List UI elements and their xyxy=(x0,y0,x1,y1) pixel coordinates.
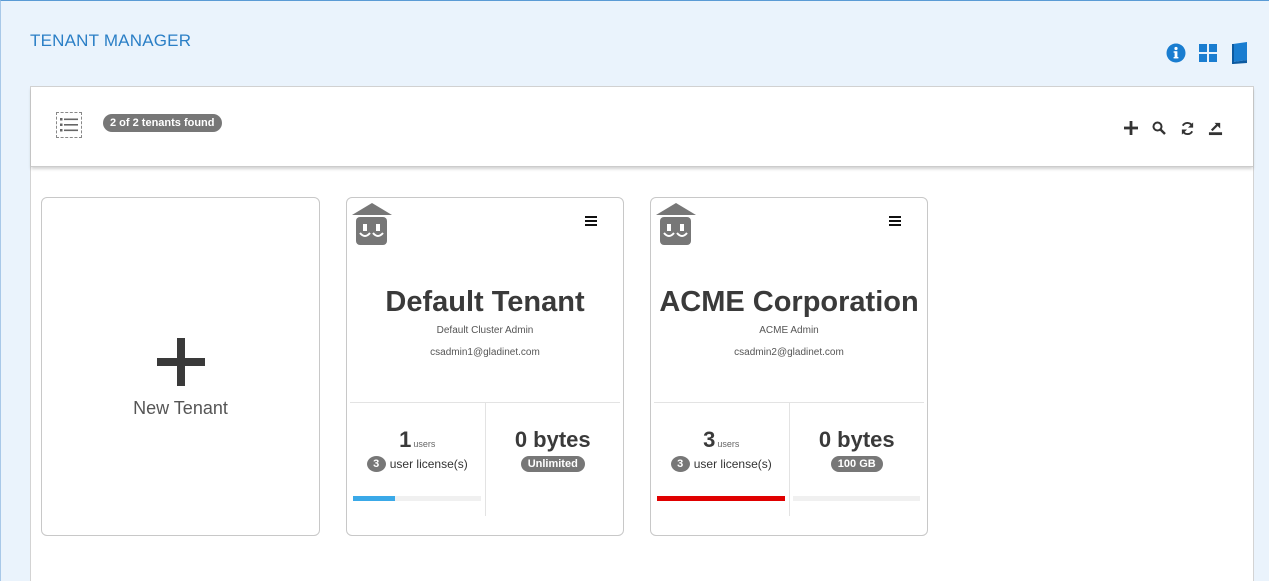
tenant-house-icon xyxy=(655,202,697,251)
storage-quota-badge: 100 GB xyxy=(830,456,883,472)
users-count: 3 xyxy=(703,427,716,452)
users-stat: 1 users 3 user license(s) xyxy=(350,403,485,516)
new-tenant-label: New Tenant xyxy=(133,398,228,418)
page-title: TENANT MANAGER xyxy=(30,31,192,50)
users-unit: users xyxy=(717,439,740,449)
grid-view-icon[interactable] xyxy=(1197,41,1219,65)
tenant-email: csadmin2@gladinet.com xyxy=(734,347,844,358)
tenant-house-icon xyxy=(351,202,393,251)
tenant-name: Default Tenant xyxy=(385,286,585,318)
license-usage-fill xyxy=(657,496,785,501)
info-icon[interactable] xyxy=(1165,41,1187,65)
storage-stat: 0 bytes Unlimited xyxy=(484,403,621,516)
storage-quota-badge: Unlimited xyxy=(520,456,585,472)
tenant-stats: 3 users 3 user license(s) 0 bytes 100 GB xyxy=(654,402,924,516)
license-count-badge: 3 xyxy=(366,456,386,472)
tenant-stats: 1 users 3 user license(s) 0 bytes Unlimite… xyxy=(350,402,620,516)
panel-header: 2 of 2 tenants found xyxy=(31,87,1253,167)
tenant-admin: ACME Admin xyxy=(759,325,819,336)
license-label: user license(s) xyxy=(693,457,772,471)
add-icon[interactable] xyxy=(1123,120,1139,136)
tenant-name: ACME Corporation xyxy=(659,286,919,318)
license-count-badge: 3 xyxy=(670,456,690,472)
users-stat: 3 users 3 user license(s) xyxy=(654,403,789,516)
header-actions xyxy=(1123,120,1223,136)
tenant-menu-icon[interactable] xyxy=(889,216,901,228)
top-toolbar xyxy=(1165,41,1251,65)
users-unit: users xyxy=(413,439,436,449)
search-icon[interactable] xyxy=(1151,120,1167,136)
storage-used: 0 bytes xyxy=(514,427,591,452)
license-label: user license(s) xyxy=(389,457,468,471)
tenant-card[interactable]: ACME Corporation ACME Admin csadmin2@gla… xyxy=(650,197,928,536)
license-usage-bar xyxy=(657,496,785,501)
tenant-menu-icon[interactable] xyxy=(585,216,597,228)
export-icon[interactable] xyxy=(1207,120,1223,136)
tenant-panel: 2 of 2 tenants found New Tenant Default … xyxy=(30,86,1254,581)
users-count: 1 xyxy=(399,427,412,452)
tenant-admin: Default Cluster Admin xyxy=(436,325,534,336)
book-icon[interactable] xyxy=(1229,41,1251,65)
tenant-email: csadmin1@gladinet.com xyxy=(430,347,540,358)
license-usage-bar xyxy=(353,496,481,501)
storage-used: 0 bytes xyxy=(818,427,895,452)
tenant-count-badge: 2 of 2 tenants found xyxy=(103,114,222,132)
storage-usage-bar xyxy=(792,496,920,501)
refresh-icon[interactable] xyxy=(1179,120,1195,136)
plus-icon xyxy=(156,338,205,391)
new-tenant-card[interactable]: New Tenant xyxy=(41,197,320,536)
list-view-icon[interactable] xyxy=(56,112,82,138)
tenant-card[interactable]: Default Tenant Default Cluster Admin csa… xyxy=(346,197,624,536)
storage-stat: 0 bytes 100 GB xyxy=(788,403,925,516)
license-usage-fill xyxy=(353,496,396,501)
